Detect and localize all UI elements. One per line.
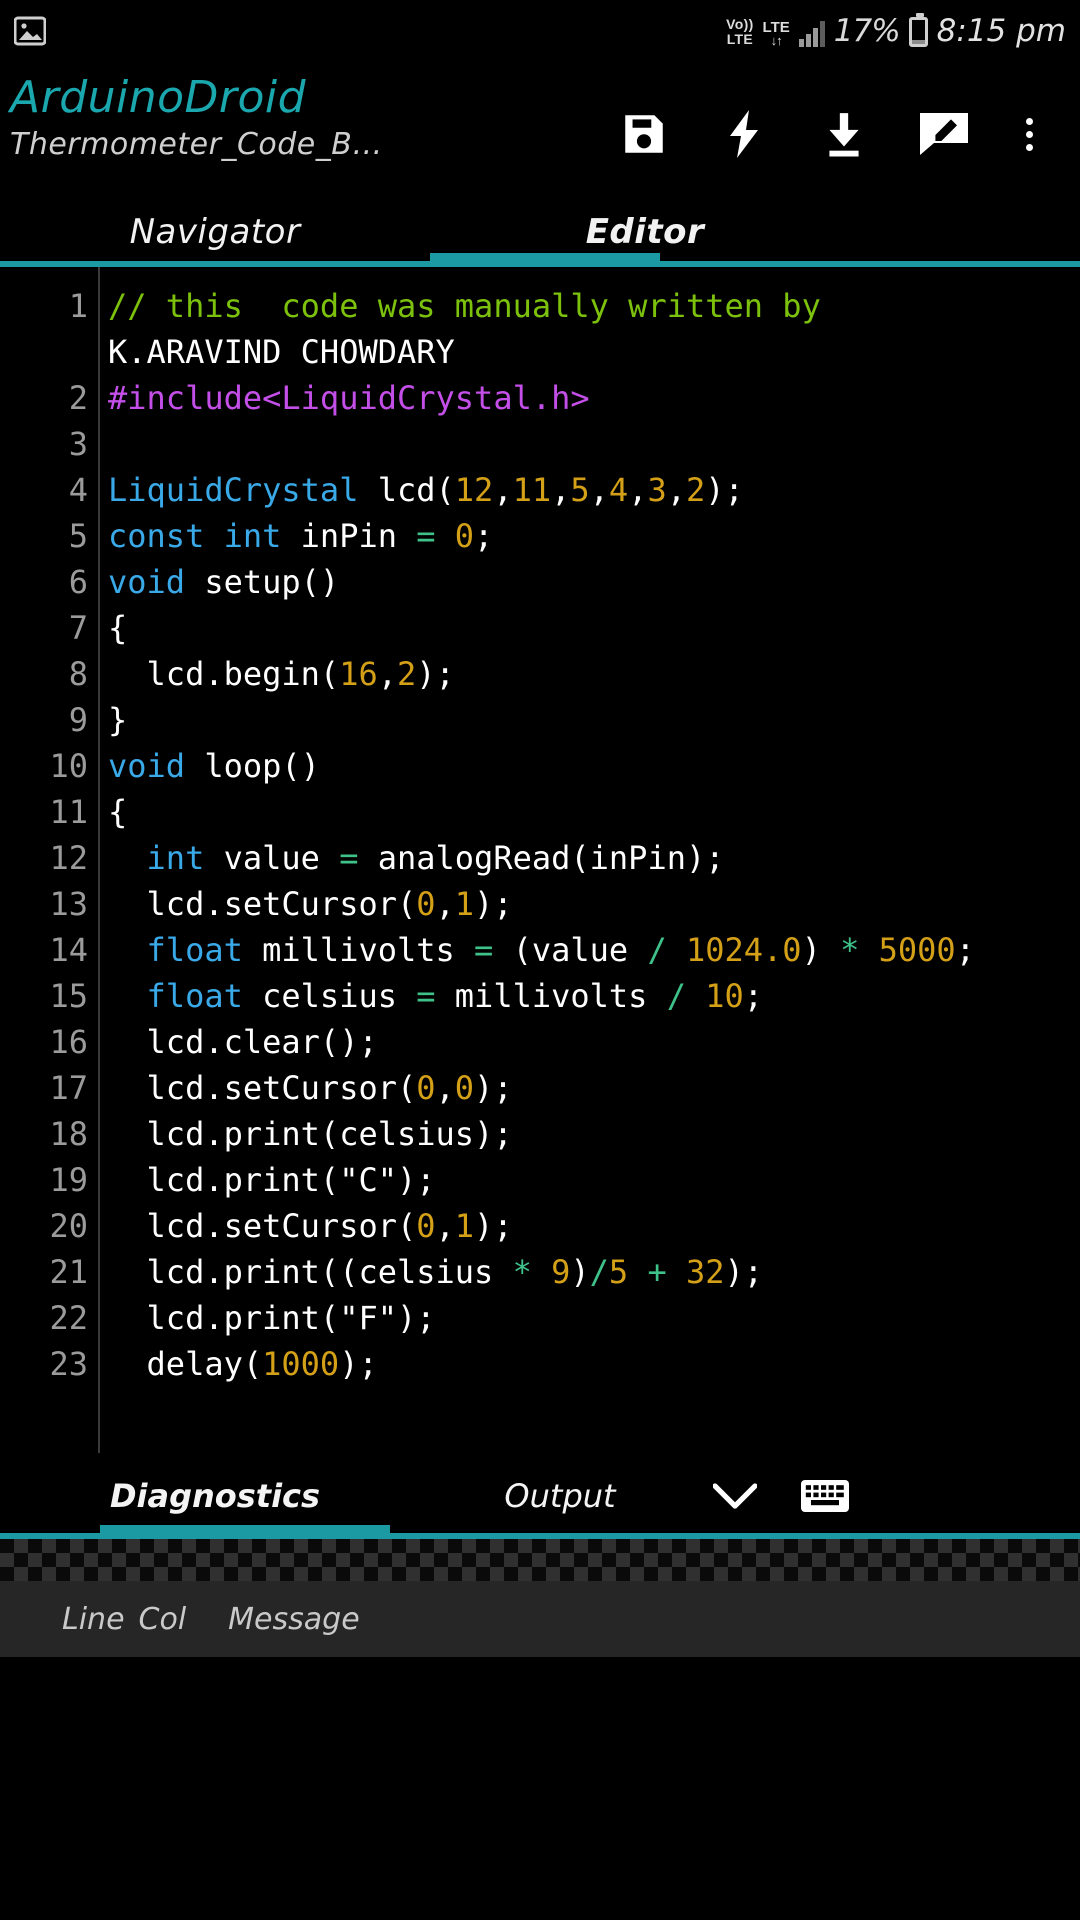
diagnostics-line-col-group: Line Col <box>62 1602 186 1637</box>
line-number: 13 <box>49 885 88 923</box>
code-line: delay(1000); <box>108 1345 378 1383</box>
floppy-disk-icon <box>625 115 663 153</box>
line-number: 15 <box>49 977 88 1015</box>
battery-percent-label: 17% <box>833 13 901 49</box>
line-number: 18 <box>49 1115 88 1153</box>
main-tab-bar: Navigator Editor <box>0 197 1080 267</box>
code-line: { <box>108 793 128 831</box>
code-line: void setup() <box>108 563 340 601</box>
app-title: ArduinoDroid <box>10 72 307 123</box>
line-number: 14 <box>49 931 88 969</box>
column-header-message: Message <box>228 1601 360 1637</box>
battery-icon <box>908 13 928 47</box>
code-editor[interactable]: 1 2 3 4 5 6 7 8 9 10 11 12 13 14 15 16 17 18 19 20 21 22 23 //… <box>0 267 1080 1453</box>
tab-navigator[interactable]: Navigator <box>0 197 430 267</box>
volte-indicator: Vo)) LTE <box>726 17 753 47</box>
line-number: 23 <box>49 1345 88 1383</box>
code-line: int value = analogRead(inPin); <box>146 839 725 877</box>
verify-button[interactable] <box>694 96 794 172</box>
tab-active-indicator <box>430 253 660 267</box>
code-line: lcd.clear(); <box>108 1023 378 1061</box>
app-bar: ArduinoDroid Thermometer_Code_B… <box>0 62 1080 197</box>
code-line: // this code was manually written by <box>108 287 821 325</box>
code-line: float millivolts = (value / 1024.0) * 50… <box>146 931 975 969</box>
bottom-tab-bar: Diagnostics Output <box>0 1453 1080 1539</box>
tab-output-label: Output <box>504 1477 616 1515</box>
line-number: 2 <box>68 379 88 417</box>
code-line: void loop() <box>108 747 320 785</box>
line-number: 3 <box>68 425 88 463</box>
collapse-panel-button[interactable] <box>690 1482 780 1510</box>
status-right: Vo)) LTE LTE ↓↑ 17% 8:15 pm <box>726 13 1066 49</box>
app-titles: ArduinoDroid Thermometer_Code_B… <box>10 72 383 166</box>
code-line: float celsius = millivolts / 10; <box>146 977 764 1015</box>
code-line: lcd.print("F"); <box>108 1299 436 1337</box>
code-line: #include<LiquidCrystal.h> <box>108 379 590 417</box>
three-dots-vertical-icon <box>1025 117 1033 151</box>
overflow-menu-button[interactable] <box>994 96 1064 172</box>
code-line: { <box>108 609 128 647</box>
save-button[interactable] <box>594 96 694 172</box>
download-arrow-icon <box>829 113 859 157</box>
upload-button[interactable] <box>794 96 894 172</box>
edit-button[interactable] <box>894 96 994 172</box>
clock-label: 8:15 pm <box>936 13 1066 49</box>
status-left <box>14 16 46 46</box>
code-line: lcd.print(celsius); <box>108 1115 513 1153</box>
tab-editor-label: Editor <box>585 212 705 252</box>
line-number: 22 <box>49 1299 88 1337</box>
line-number: 19 <box>49 1161 88 1199</box>
line-number <box>0 329 88 375</box>
code-line: lcd.print((celsius * 9)/5 + 32); <box>108 1253 764 1291</box>
line-number: 9 <box>68 701 88 739</box>
line-number: 21 <box>49 1253 88 1291</box>
code-line: lcd.begin(16,2); <box>108 655 455 693</box>
file-name-label: Thermometer_Code_B… <box>10 127 383 162</box>
column-header-line: Line <box>62 1601 125 1637</box>
pencil-note-icon <box>920 113 968 155</box>
code-line: } <box>108 701 128 739</box>
signal-bars-icon <box>798 21 825 47</box>
line-number: 4 <box>68 471 88 509</box>
code-line: lcd.print("C"); <box>108 1161 436 1199</box>
diagnostics-table-header: Line Col Message <box>0 1581 1080 1657</box>
keyboard-toggle-button[interactable] <box>780 1478 870 1514</box>
line-number: 16 <box>49 1023 88 1061</box>
line-number: 7 <box>68 609 88 647</box>
code-line: LiquidCrystal lcd(12,11,5,4,3,2); <box>108 471 744 509</box>
line-number: 10 <box>49 747 88 785</box>
status-bar: Vo)) LTE LTE ↓↑ 17% 8:15 pm <box>0 0 1080 62</box>
lightning-bolt-icon <box>730 110 758 158</box>
panel-resize-handle[interactable] <box>0 1539 1080 1581</box>
lte-indicator: LTE ↓↑ <box>763 20 790 47</box>
line-number: 8 <box>68 655 88 693</box>
code-line: const int inPin = 0; <box>108 517 494 555</box>
editor-line-number-gutter: 1 2 3 4 5 6 7 8 9 10 11 12 13 14 15 16 17 18 19 20 21 22 23 <box>0 267 100 1453</box>
tab-navigator-label: Navigator <box>129 212 301 252</box>
tab-output[interactable]: Output <box>430 1453 690 1539</box>
volte-line-1: Vo)) <box>726 16 754 32</box>
line-number: 12 <box>49 839 88 877</box>
keyboard-icon <box>801 1480 849 1512</box>
line-number: 11 <box>49 793 88 831</box>
line-number: 5 <box>68 517 88 555</box>
line-number: 6 <box>68 563 88 601</box>
line-number: 1 <box>68 287 88 325</box>
volte-line-2: LTE <box>726 31 753 47</box>
code-line: lcd.setCursor(0,1); <box>108 885 513 923</box>
data-transfer-arrows-icon: ↓↑ <box>770 33 783 48</box>
column-header-col: Col <box>138 1601 187 1637</box>
code-line: lcd.setCursor(0,1); <box>108 1207 513 1245</box>
line-number: 20 <box>49 1207 88 1245</box>
code-line: lcd.setCursor(0,0); <box>108 1069 513 1107</box>
tab-diagnostics-label: Diagnostics <box>109 1477 321 1515</box>
editor-code-area[interactable]: // this code was manually written by K.AR… <box>100 267 1080 1453</box>
image-icon <box>14 16 46 46</box>
code-line: K.ARAVIND CHOWDARY <box>108 333 455 371</box>
app-bar-actions <box>594 72 1064 172</box>
chevron-down-icon <box>713 1483 757 1509</box>
bottom-tab-active-indicator <box>100 1525 390 1539</box>
line-number: 17 <box>49 1069 88 1107</box>
